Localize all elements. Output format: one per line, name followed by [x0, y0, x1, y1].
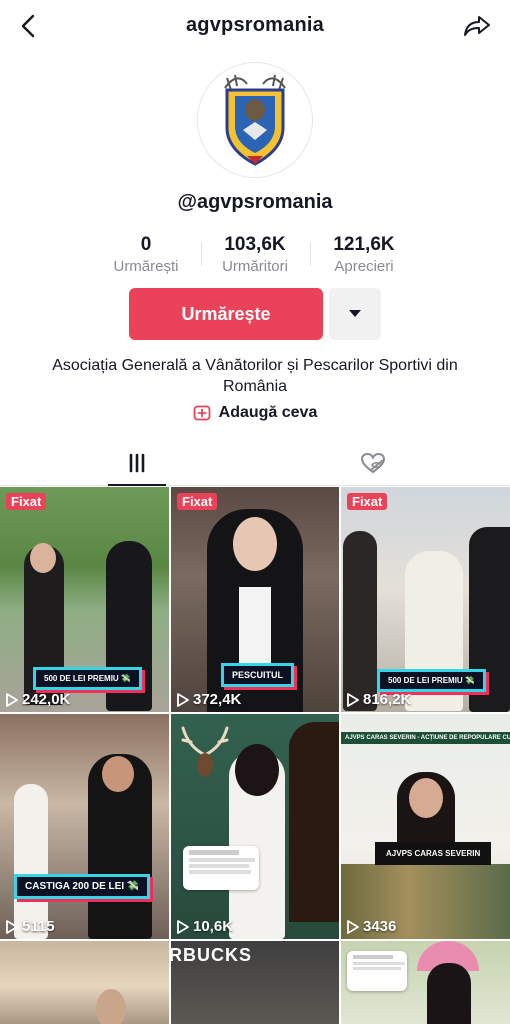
view-count-value: 10,6K — [193, 918, 234, 935]
video-caption: PESCUITUL — [221, 663, 295, 687]
video-tile[interactable]: CASTIGA 200 DE LEI 💸 5115 — [0, 714, 169, 939]
reply-comment-card — [347, 951, 407, 991]
profile-handle: @agvpsromania — [177, 191, 333, 213]
view-count-value: 372,4K — [193, 691, 242, 708]
add-link-button[interactable]: Adaugă ceva — [0, 404, 510, 422]
tab-liked[interactable] — [344, 440, 402, 486]
view-count-value: 816,2K — [363, 691, 412, 708]
stat-followers[interactable]: 103,6K Urmăritori — [205, 234, 305, 277]
video-thumbnail-figure — [14, 784, 48, 939]
view-count: 5115 — [6, 918, 55, 935]
reply-comment-card — [183, 846, 259, 890]
stat-followers-value: 103,6K — [224, 234, 286, 255]
agvps-crest-logo — [224, 74, 286, 166]
stat-divider — [310, 242, 311, 266]
video-caption: CASTIGA 200 DE LEI 💸 — [14, 874, 151, 899]
video-tile[interactable]: Fixat 500 DE LEI PREMIU 💸 816,2K — [341, 487, 510, 712]
pinned-badge: Fixat — [6, 493, 47, 510]
view-count: 3436 — [347, 918, 396, 935]
add-link-label: Adaugă ceva — [218, 404, 318, 421]
play-icon — [177, 692, 189, 707]
caret-down-icon — [349, 310, 361, 317]
video-thumbnail-figure — [289, 722, 339, 922]
tab-videos[interactable] — [108, 440, 166, 486]
video-tile[interactable]: 10,6K — [171, 714, 339, 939]
content-tabs — [0, 440, 510, 486]
play-icon — [347, 692, 359, 707]
video-thumbnail-figure — [427, 963, 471, 1024]
play-icon — [347, 919, 359, 934]
video-thumbnail-figure — [233, 517, 277, 571]
stat-following-value: 0 — [140, 234, 152, 255]
video-caption: AJVPS CARAS SEVERIN — [375, 842, 492, 865]
video-thumbnail-figure — [30, 543, 56, 573]
follow-button[interactable]: Urmărește — [129, 288, 323, 340]
view-count-value: 3436 — [363, 918, 397, 935]
grid-bars-icon — [129, 453, 145, 473]
add-square-icon — [193, 405, 211, 421]
view-count: 10,6K — [177, 918, 233, 935]
video-caption: 500 DE LEI PREMIU 💸 — [33, 667, 142, 690]
video-tile[interactable]: AJVPS CARAS SEVERIN - ACȚIUNE DE REPOPUL… — [341, 714, 510, 939]
video-thumbnail-figure — [96, 989, 126, 1024]
top-bar: agvpsromania — [0, 0, 510, 52]
video-thumbnail-figure — [409, 778, 443, 818]
play-icon — [177, 919, 189, 934]
video-tile[interactable]: Fixat 500 DE LEI PREMIU 💸 242,0K — [0, 487, 169, 712]
play-icon — [6, 692, 18, 707]
page-title: agvpsromania — [185, 14, 324, 36]
video-banner: AJVPS CARAS SEVERIN - ACȚIUNE DE REPOPUL… — [341, 732, 510, 744]
view-count: 372,4K — [177, 691, 241, 708]
view-count-value: 5115 — [22, 918, 55, 935]
view-count: 242,0K — [6, 691, 70, 708]
stat-followers-label: Urmăritori — [222, 258, 288, 275]
view-count-value: 242,0K — [22, 691, 71, 708]
stat-divider — [201, 242, 202, 266]
view-count: 816,2K — [347, 691, 411, 708]
stat-following-label: Urmărești — [113, 258, 179, 275]
video-tile[interactable] — [0, 941, 169, 1024]
active-tab-indicator — [108, 484, 166, 486]
profile-bio: Asociația Generală a Vânătorilor și Pesc… — [52, 357, 458, 395]
antlers-trophy-icon — [181, 726, 229, 777]
video-tile[interactable]: Fixat PESCUITUL 372,4K — [171, 487, 339, 712]
video-tile[interactable]: RBUCKS — [171, 941, 339, 1024]
storefront-sign: RBUCKS — [171, 945, 253, 965]
pinned-badge: Fixat — [347, 493, 388, 510]
play-icon — [6, 919, 18, 934]
share-button[interactable] — [462, 11, 492, 41]
profile-stats: 0 Urmărești 103,6K Urmăritori 121,6K Apr… — [0, 234, 510, 278]
hidden-heart-icon — [360, 452, 386, 474]
stat-likes[interactable]: 121,6K Aprecieri — [314, 234, 414, 277]
video-thumbnail-figure — [235, 744, 279, 796]
stat-likes-value: 121,6K — [333, 234, 395, 255]
more-options-button[interactable] — [329, 288, 381, 340]
video-thumbnail-figure — [102, 756, 134, 792]
pinned-badge: Fixat — [177, 493, 218, 510]
video-caption: 500 DE LEI PREMIU 💸 — [377, 669, 486, 692]
video-thumbnail-figure — [343, 531, 377, 711]
share-arrow-icon — [464, 16, 490, 36]
video-tile[interactable] — [341, 941, 510, 1024]
stat-likes-label: Aprecieri — [334, 258, 394, 275]
avatar[interactable] — [197, 62, 313, 178]
stat-following[interactable]: 0 Urmărești — [96, 234, 196, 277]
